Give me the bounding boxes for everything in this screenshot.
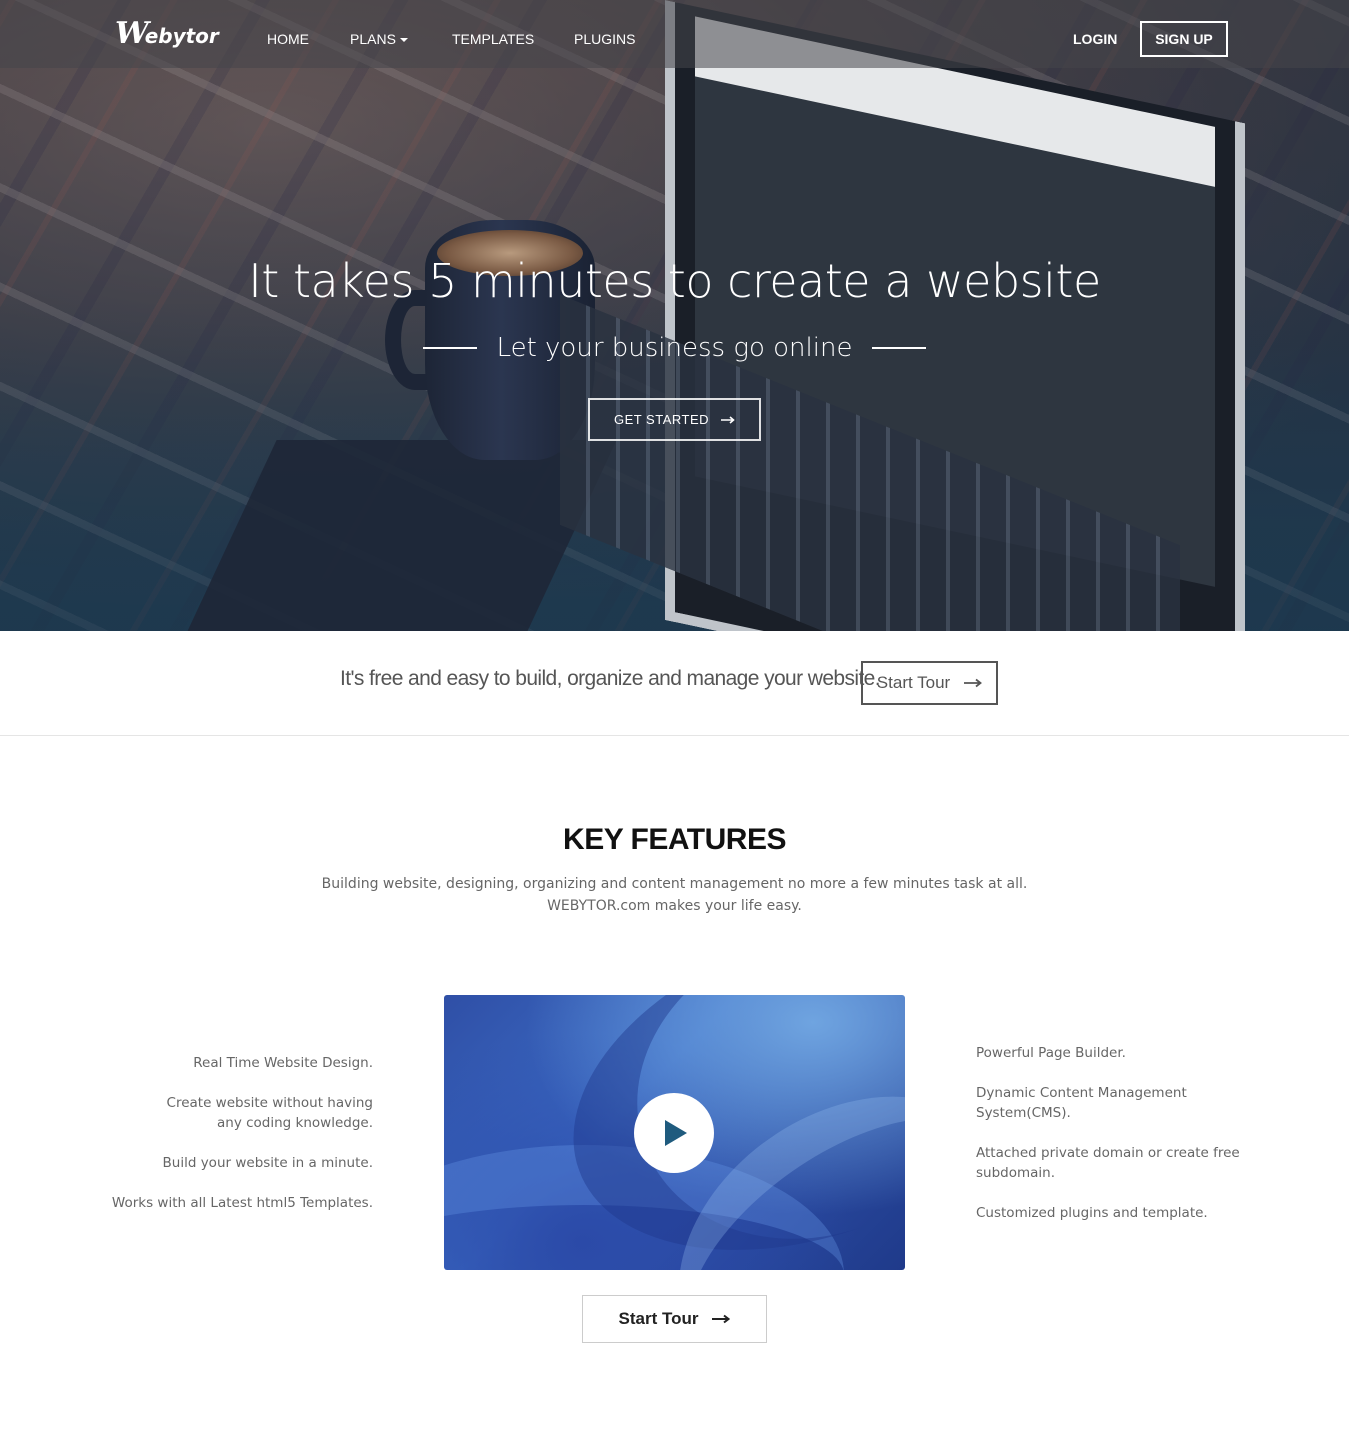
key-features-title: KEY FEATURES [563,823,786,856]
nav-plans-label: PLANS [350,31,396,47]
arrow-right-icon [721,415,735,424]
feature-item: Real Time Website Design. [193,1055,373,1071]
signup-button[interactable]: SIGN UP [1140,21,1228,57]
key-features-desc-line2: WEBYTOR.com makes your life easy. [547,898,802,914]
arrow-right-icon [964,678,983,688]
start-tour-label: Start Tour [876,673,951,692]
logo-text: ebytor [144,24,219,48]
nav-plugins[interactable]: PLUGINS [574,31,635,47]
key-features-desc-line1: Building website, designing, organizing … [321,876,1028,892]
feature-item: Powerful Page Builder. [976,1045,1126,1061]
hero-content: It takes 5 minutes to create a website L… [0,0,1349,631]
nav-plans[interactable]: PLANS [350,31,408,47]
subtitle-right-rule [872,347,927,349]
top-navbar: W ebytor HOME PLANS TEMPLATES PLUGINS LO… [0,0,1349,68]
hero-section: It takes 5 minutes to create a website L… [0,0,1349,631]
feature-item: Create website without having any coding… [166,1095,373,1131]
nav-home[interactable]: HOME [267,31,309,47]
feature-item: Dynamic Content Management System(CMS). [976,1085,1187,1121]
hero-subtitle-row: Let your business go online [0,333,1349,363]
caret-down-icon [399,38,408,43]
login-link[interactable]: LOGIN [1073,31,1117,47]
webytor-logo[interactable]: W ebytor [115,15,225,51]
feature-item: Build your website in a minute. [162,1155,373,1171]
subtitle-left-rule [422,347,477,349]
feature-item: Customized plugins and template. [976,1205,1208,1221]
arrow-right-icon [712,1314,731,1324]
hero-title: It takes 5 minutes to create a website [248,254,1101,308]
feature-item: Works with all Latest html5 Templates. [111,1195,373,1211]
features-start-tour-label: Start Tour [618,1309,699,1328]
play-button[interactable] [634,1093,714,1173]
get-started-label: GET STARTED [613,412,710,427]
feature-video[interactable] [444,995,905,1270]
features-left-list: Real Time Website Design. Create website… [100,1053,373,1233]
logo-mark: W [115,15,149,51]
features-start-tour-button[interactable]: Start Tour [582,1295,767,1343]
tour-strip-text: It's free and easy to build, organize an… [340,667,881,690]
key-features-description: Building website, designing, organizing … [0,873,1349,917]
play-icon [665,1120,687,1146]
features-right-list: Powerful Page Builder. Dynamic Content M… [976,1043,1246,1243]
feature-item: Attached private domain or create free s… [976,1145,1240,1181]
nav-templates[interactable]: TEMPLATES [452,31,534,47]
get-started-button[interactable]: GET STARTED [588,398,761,441]
start-tour-button[interactable]: Start Tour [861,661,998,705]
hero-subtitle: Let your business go online [496,333,853,363]
